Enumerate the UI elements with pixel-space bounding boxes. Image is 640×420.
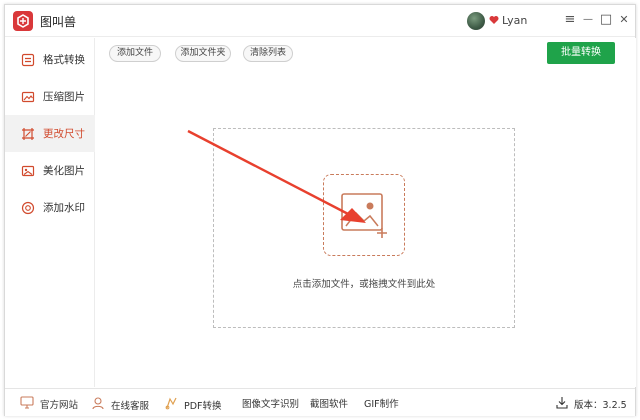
close-button[interactable]: ✕ xyxy=(615,11,633,29)
resize-icon xyxy=(21,127,35,141)
sidebar: 格式转换 压缩图片 更改尺寸 美化图片 添加水印 xyxy=(5,38,95,387)
beautify-icon xyxy=(21,164,35,178)
sidebar-item-label: 美化图片 xyxy=(43,165,85,177)
sidebar-item-label: 添加水印 xyxy=(43,202,85,214)
screenshot-software-link[interactable]: 截图软件 xyxy=(310,396,348,410)
online-support-label: 在线客服 xyxy=(111,400,150,412)
sidebar-item-label: 更改尺寸 xyxy=(43,128,85,140)
drop-zone[interactable]: 点击添加文件，或拖拽文件到此处 xyxy=(213,128,515,328)
pdf-convert-link[interactable]: PDF转换 xyxy=(164,396,222,413)
clear-list-button[interactable]: 清除列表 xyxy=(243,45,293,62)
add-file-button[interactable]: 添加文件 xyxy=(109,45,161,62)
download-icon xyxy=(556,396,568,412)
title-bar: 图叫兽 Lyan ≡ — □ ✕ xyxy=(5,5,635,37)
gif-maker-link[interactable]: GIF制作 xyxy=(364,396,399,410)
sidebar-item-resize[interactable]: 更改尺寸 xyxy=(5,115,95,152)
pdf-icon xyxy=(164,396,178,413)
sidebar-item-label: 压缩图片 xyxy=(43,91,85,103)
sidebar-item-beautify[interactable]: 美化图片 xyxy=(5,152,95,189)
user-name[interactable]: Lyan xyxy=(502,14,527,27)
drop-hint-text: 点击添加文件，或拖拽文件到此处 xyxy=(292,279,436,290)
official-website-link[interactable]: 官方网站 xyxy=(20,396,78,412)
menu-icon[interactable]: ≡ xyxy=(561,11,579,29)
pdf-convert-label: PDF转换 xyxy=(184,400,222,412)
sidebar-item-compress[interactable]: 压缩图片 xyxy=(5,78,95,115)
monitor-icon xyxy=(20,396,34,412)
official-website-label: 官方网站 xyxy=(40,400,79,411)
batch-convert-button[interactable]: 批量转换 xyxy=(547,42,615,64)
watermark-icon xyxy=(21,201,35,215)
sidebar-item-watermark[interactable]: 添加水印 xyxy=(5,189,95,226)
user-avatar[interactable] xyxy=(467,12,485,30)
compress-icon xyxy=(21,90,35,104)
add-image-icon[interactable] xyxy=(323,174,405,256)
sidebar-item-label: 格式转换 xyxy=(43,54,85,66)
app-title: 图叫兽 xyxy=(40,15,77,29)
format-convert-icon xyxy=(21,53,35,67)
footer-bar: 官方网站 在线客服 PDF转换 图像文字识别 截图软件 GIF制作 版本：3.2… xyxy=(5,388,635,416)
app-window: 图叫兽 Lyan ≡ — □ ✕ 格式转换 压缩图片 更改尺寸 美化图片 添加水… xyxy=(4,4,636,416)
maximize-button[interactable]: □ xyxy=(597,11,615,29)
add-folder-button[interactable]: 添加文件夹 xyxy=(175,45,231,62)
version-label: 版本：3.2.5 xyxy=(574,400,627,411)
minimize-button[interactable]: — xyxy=(579,11,597,29)
main-area: 点击添加文件，或拖拽文件到此处 xyxy=(96,68,636,387)
online-support-link[interactable]: 在线客服 xyxy=(91,396,149,413)
ocr-link[interactable]: 图像文字识别 xyxy=(242,396,299,410)
customer-service-icon xyxy=(91,396,105,413)
version-info: 版本：3.2.5 xyxy=(556,396,627,412)
vip-heart-icon xyxy=(489,16,499,24)
sidebar-item-format-convert[interactable]: 格式转换 xyxy=(5,41,95,78)
toolbar: 添加文件 添加文件夹 清除列表 批量转换 xyxy=(96,38,636,68)
app-logo-icon xyxy=(13,11,33,31)
